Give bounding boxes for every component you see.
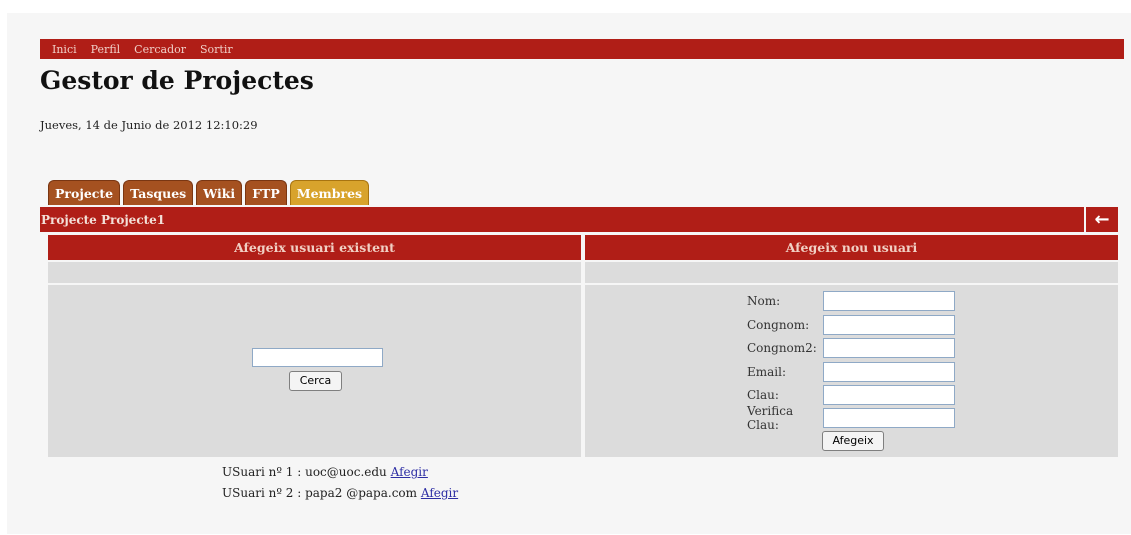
form-row-clau: Clau:: [747, 385, 955, 405]
congnom-field[interactable]: [823, 315, 955, 335]
nav-link-sortir[interactable]: Sortir: [200, 43, 233, 56]
congnom2-field[interactable]: [823, 338, 955, 358]
existing-user-subrow: [48, 262, 581, 283]
add-user-button[interactable]: Afegeix: [822, 431, 884, 451]
tab-ftp[interactable]: FTP: [245, 180, 287, 205]
field-label: Nom:: [747, 294, 781, 308]
tab-membres[interactable]: Membres: [289, 180, 370, 205]
nom-field[interactable]: [823, 291, 955, 311]
new-user-subrow: [585, 262, 1118, 283]
new-user-form: Nom: Congnom: Congnom2: Email: Clau: Ver…: [585, 285, 1118, 457]
field-label: Clau:: [747, 388, 779, 402]
existing-user-header: Afegeix usuari existent: [48, 235, 581, 260]
form-row-email: Email:: [747, 362, 955, 382]
form-row-congnom: Congnom:: [747, 315, 955, 335]
project-name: Projecte Projecte1: [41, 212, 166, 227]
nav-link-cercador[interactable]: Cercador: [134, 43, 186, 56]
email-field[interactable]: [823, 362, 955, 382]
add-existing-user-link[interactable]: Afegir: [391, 465, 428, 479]
search-input[interactable]: [252, 348, 383, 367]
project-bar: Projecte Projecte1 ←: [40, 207, 1118, 232]
add-existing-user-link[interactable]: Afegir: [421, 486, 458, 500]
arrow-left-icon[interactable]: ←: [1084, 207, 1118, 232]
user-list-item: USuari nº 2 : papa2 @papa.com Afegir: [222, 486, 458, 500]
tab-tasques[interactable]: Tasques: [123, 180, 194, 205]
top-nav: Inici Perfil Cercador Sortir: [40, 39, 1124, 59]
field-label: Congnom:: [747, 318, 810, 332]
field-label: Congnom2:: [747, 341, 817, 355]
user-info: USuari nº 2 : papa2 @papa.com: [222, 486, 418, 500]
form-row-congnom2: Congnom2:: [747, 338, 955, 358]
tab-projecte[interactable]: Projecte: [48, 180, 121, 205]
existing-user-body: Cerca: [48, 285, 581, 457]
new-user-header: Afegeix nou usuari: [585, 235, 1118, 260]
nav-link-perfil[interactable]: Perfil: [91, 43, 121, 56]
field-label: Verifica Clau:: [747, 404, 794, 432]
field-label: Email:: [747, 365, 787, 379]
form-row-nom: Nom:: [747, 291, 955, 311]
user-list-item: USuari nº 1 : uoc@uoc.edu Afegir: [222, 465, 428, 479]
verify-password-field[interactable]: [823, 408, 955, 428]
page-title: Gestor de Projectes: [40, 66, 314, 95]
nav-link-inici[interactable]: Inici: [52, 43, 77, 56]
date-time: Jueves, 14 de Junio de 2012 12:10:29: [40, 118, 258, 132]
user-info: USuari nº 1 : uoc@uoc.edu: [222, 465, 387, 479]
tab-wiki[interactable]: Wiki: [196, 180, 243, 205]
password-field[interactable]: [823, 385, 955, 405]
tab-bar: Projecte Tasques Wiki FTP Membres: [48, 180, 370, 205]
form-row-verifica-clau: Verifica Clau:: [747, 404, 955, 432]
search-button[interactable]: Cerca: [289, 371, 342, 391]
new-user-panel: Afegeix nou usuari Nom: Congnom: Congnom…: [585, 235, 1118, 457]
existing-user-panel: Afegeix usuari existent Cerca: [48, 235, 581, 457]
